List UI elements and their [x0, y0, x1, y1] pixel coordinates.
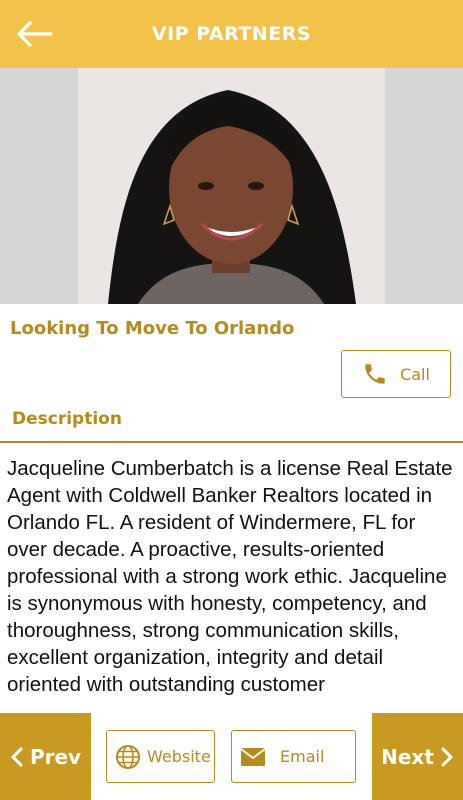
- call-button[interactable]: Call: [341, 350, 451, 398]
- website-button[interactable]: Website: [106, 730, 215, 783]
- prev-button[interactable]: Prev: [0, 713, 91, 800]
- section-divider: [0, 441, 463, 443]
- prev-label: Prev: [29, 744, 82, 769]
- envelope-icon: [240, 747, 266, 766]
- globe-icon: [116, 744, 140, 769]
- profile-photo: [78, 68, 385, 304]
- next-button[interactable]: Next: [372, 713, 463, 800]
- phone-icon: [365, 364, 385, 384]
- website-label: Website: [147, 747, 211, 766]
- chevron-right-icon: [441, 747, 453, 766]
- next-label: Next: [381, 744, 434, 769]
- call-label: Call: [400, 364, 430, 384]
- listing-title: Looking To Move To Orlando: [10, 318, 295, 339]
- bottom-nav: Prev Website Email Next: [0, 713, 463, 800]
- arrow-left-icon: [17, 21, 53, 47]
- email-button[interactable]: Email: [231, 730, 356, 783]
- page-title: VIP PARTNERS: [151, 23, 312, 45]
- back-button[interactable]: [12, 14, 56, 54]
- description-heading: Description: [12, 409, 122, 429]
- description-text: Jacqueline Cumberbatch is a license Real…: [7, 457, 453, 696]
- photo-banner: [0, 68, 463, 304]
- chevron-left-icon: [11, 747, 23, 766]
- email-label: Email: [280, 747, 325, 766]
- header-bar: VIP PARTNERS: [0, 0, 463, 68]
